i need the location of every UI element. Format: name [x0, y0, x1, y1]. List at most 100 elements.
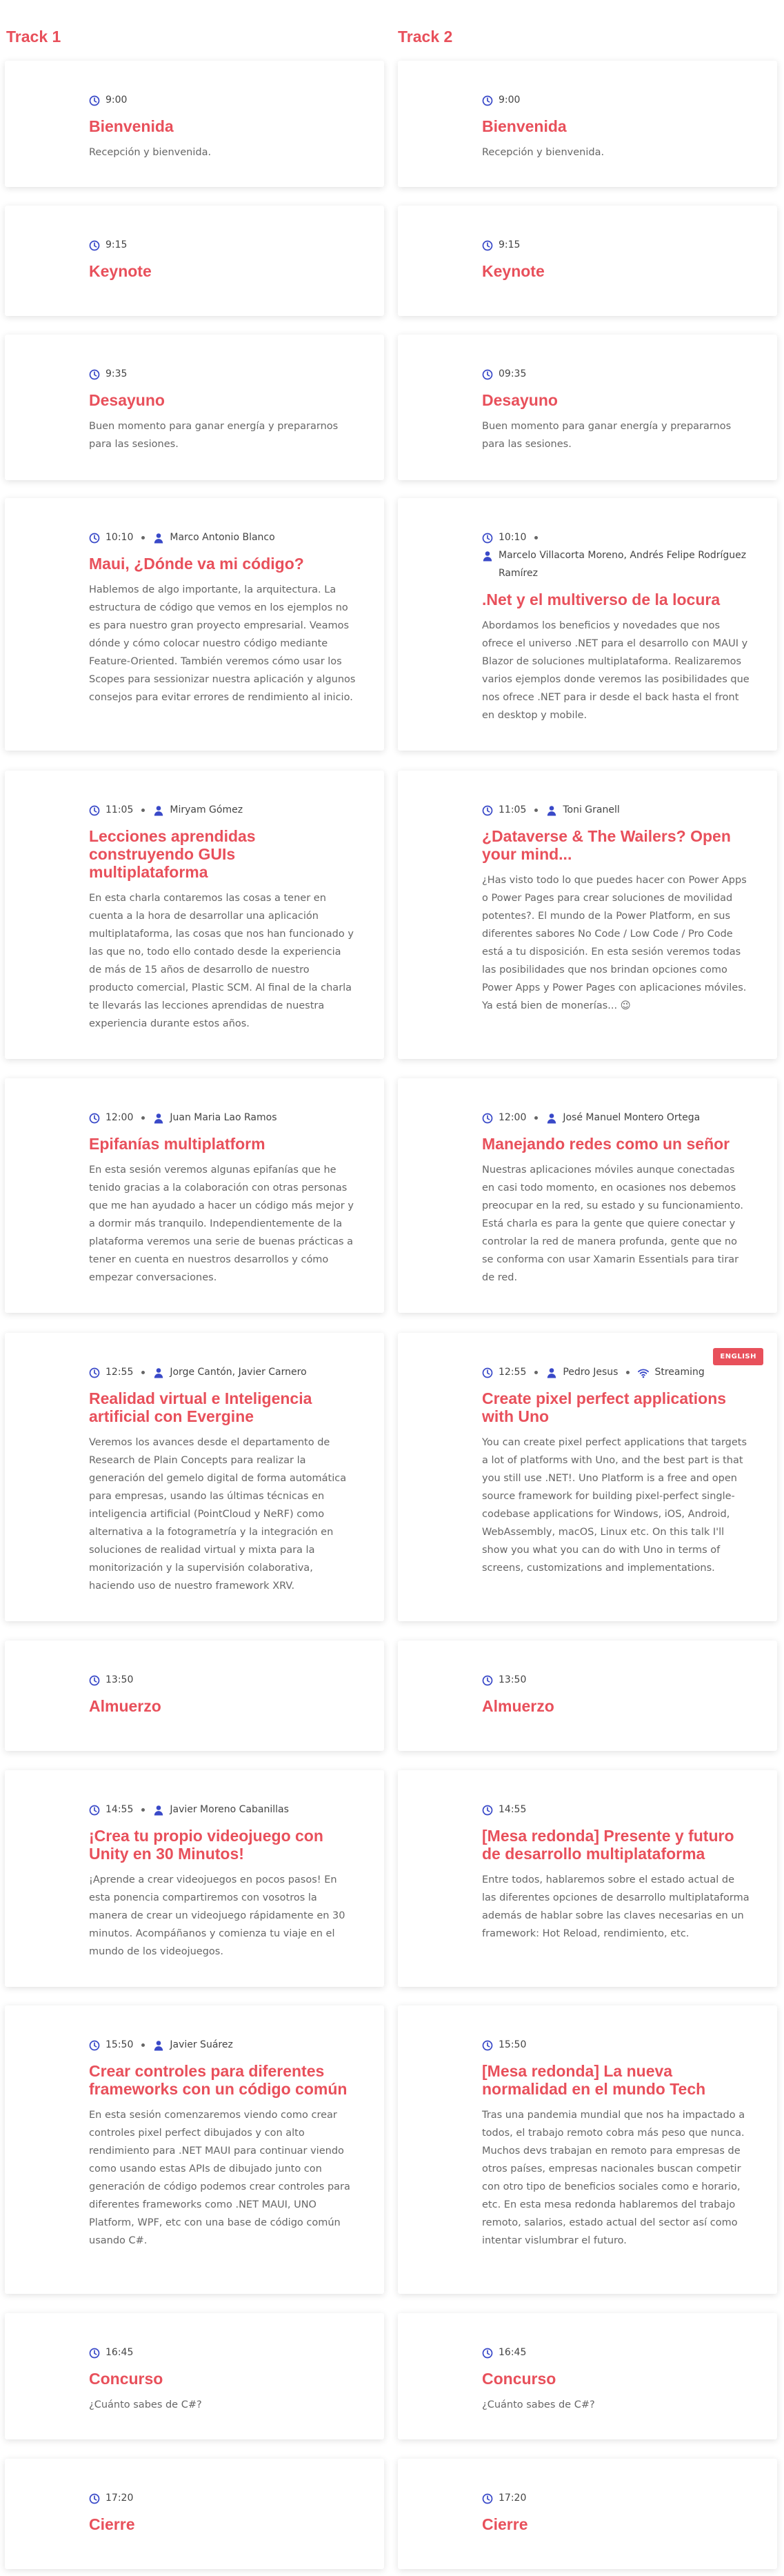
clock-icon — [482, 368, 493, 380]
session-card[interactable]: 12:55 Pedro Jesus Streaming Create pixel pe… — [398, 1333, 777, 1621]
session-title[interactable]: Crear controles para diferentes framewor… — [89, 2062, 356, 2098]
session-title[interactable]: Bienvenida — [482, 117, 750, 135]
session-card[interactable]: 15:50 Javier Suárez Crear controles para d… — [5, 2005, 384, 2294]
session-time: 14:55 — [89, 1801, 133, 1819]
session-title[interactable]: ¿Dataverse & The Wailers? Open your mind… — [482, 827, 750, 863]
session-time-text: 14:55 — [105, 1804, 134, 1815]
session-speakers-text: Miryam Gómez — [170, 804, 243, 815]
session-title[interactable]: Cierre — [482, 2515, 750, 2533]
session-card[interactable]: 10:10 Marcelo Villacorta Moreno, Andrés F… — [398, 498, 777, 751]
session-card[interactable]: 12:00 Juan Maria Lao Ramos Epifanías multi… — [5, 1078, 384, 1313]
clock-icon — [482, 1367, 493, 1378]
user-icon — [546, 1112, 557, 1124]
session-card[interactable]: 16:45 Concurso ¿Cuánto sabes de C#? — [398, 2313, 777, 2439]
clock-icon — [89, 532, 100, 544]
clock-icon — [89, 1674, 100, 1686]
session-card[interactable]: 11:05 Miryam Gómez Lecciones aprendidas co… — [5, 771, 384, 1059]
session-title[interactable]: Concurso — [482, 2370, 750, 2388]
session-meta: 09:35 — [482, 365, 750, 383]
session-title[interactable]: Manejando redes como un señor — [482, 1135, 750, 1153]
session-speakers: Marcelo Villacorta Moreno, Andrés Felipe… — [482, 546, 750, 582]
session-title[interactable]: Almuerzo — [89, 1697, 356, 1715]
separator-dot — [141, 535, 145, 539]
session-time: 9:15 — [89, 236, 127, 254]
session-title[interactable]: Keynote — [89, 262, 356, 280]
session-time-text: 16:45 — [105, 2347, 134, 2358]
session-card[interactable]: 10:10 Marco Antonio Blanco Maui, ¿Dónde va… — [5, 498, 384, 751]
session-title[interactable]: Desayuno — [89, 391, 356, 409]
session-title[interactable]: Create pixel perfect applications with U… — [482, 1389, 750, 1425]
user-icon — [482, 550, 493, 562]
session-card[interactable]: 12:55 Jorge Cantón, Javier Carnero Realida… — [5, 1333, 384, 1621]
separator-dot — [534, 808, 539, 812]
session-description: ¿Has visto todo lo que puedes hacer con … — [482, 875, 747, 1011]
session-time-text: 12:00 — [105, 1112, 134, 1123]
user-icon — [546, 1367, 557, 1378]
track-2-title: Track 2 — [398, 28, 453, 46]
session-card[interactable]: 13:50 Almuerzo — [5, 1641, 384, 1751]
session-title[interactable]: Bienvenida — [89, 117, 356, 135]
session-title[interactable]: .Net y el multiverso de la locura — [482, 591, 750, 608]
session-time-text: 12:55 — [499, 1367, 527, 1378]
session-title[interactable]: Realidad virtual e Inteligencia artifici… — [89, 1389, 356, 1425]
session-meta: 16:45 — [482, 2344, 750, 2361]
session-title[interactable]: [Mesa redonda] Presente y futuro de desa… — [482, 1827, 750, 1863]
session-card[interactable]: 9:00 Bienvenida Recepción y bienvenida. — [398, 61, 777, 187]
clock-icon — [89, 95, 100, 106]
session-card[interactable]: 13:50 Almuerzo — [398, 1641, 777, 1751]
session-title[interactable]: Lecciones aprendidas construyendo GUIs m… — [89, 827, 356, 881]
session-card[interactable]: 9:15 Keynote — [398, 206, 777, 316]
session-speakers-text: Jorge Cantón, Javier Carnero — [170, 1367, 307, 1378]
session-time-text: 10:10 — [105, 532, 134, 543]
session-title[interactable]: Almuerzo — [482, 1697, 750, 1715]
session-title[interactable]: [Mesa redonda] La nueva normalidad en el… — [482, 2062, 750, 2098]
session-title[interactable]: Concurso — [89, 2370, 356, 2388]
session-time: 12:00 — [482, 1109, 526, 1127]
session-card[interactable]: 15:50 [Mesa redonda] La nueva normalidad … — [398, 2005, 777, 2294]
session-card[interactable]: 16:45 Concurso ¿Cuánto sabes de C#? — [5, 2313, 384, 2439]
session-speakers-text: Javier Suárez — [170, 2039, 233, 2050]
session-time-text: 9:15 — [499, 239, 521, 250]
separator-dot — [141, 1116, 145, 1120]
session-title[interactable]: ¡Crea tu propio videojuego con Unity en … — [89, 1827, 356, 1863]
session-content: 15:50 Javier Suárez Crear controles para d… — [89, 2036, 356, 2250]
session-streaming-text: Streaming — [654, 1367, 705, 1378]
session-card[interactable]: 9:35 Desayuno Buen momento para ganar ener… — [5, 335, 384, 480]
session-speakers: Javier Moreno Cabanillas — [153, 1801, 289, 1819]
session-meta: 15:50 Javier Suárez — [89, 2036, 356, 2054]
session-time: 17:20 — [89, 2489, 133, 2507]
session-card[interactable]: 17:20 Cierre — [5, 2459, 384, 2569]
session-card[interactable]: 09:35 Desayuno Buen momento para ganar ene… — [398, 335, 777, 480]
session-content: 17:20 Cierre — [89, 2489, 356, 2533]
session-title[interactable]: Desayuno — [482, 391, 750, 409]
session-title[interactable]: Keynote — [482, 262, 750, 280]
session-card[interactable]: 14:55 [Mesa redonda] Presente y futuro de… — [398, 1770, 777, 1987]
session-card[interactable]: 9:15 Keynote — [5, 206, 384, 316]
clock-icon — [89, 804, 100, 816]
session-title[interactable]: Cierre — [89, 2515, 356, 2533]
clock-icon — [482, 1804, 493, 1816]
session-time-text: 12:00 — [499, 1112, 527, 1123]
session-title[interactable]: Maui, ¿Dónde va mi código? — [89, 555, 356, 573]
clock-icon — [89, 2347, 100, 2359]
session-time-text: 9:35 — [105, 368, 128, 379]
session-description: En esta charla contaremos las cosas a te… — [89, 893, 354, 1029]
session-content: 16:45 Concurso ¿Cuánto sabes de C#? — [89, 2344, 356, 2414]
session-card[interactable]: 9:00 Bienvenida Recepción y bienvenida. — [5, 61, 384, 187]
session-title[interactable]: Epifanías multiplatform — [89, 1135, 356, 1153]
session-card[interactable]: 12:00 José Manuel Montero Ortega Manejando… — [398, 1078, 777, 1313]
clock-icon — [482, 2347, 493, 2359]
session-description: Buen momento para ganar energía y prepar… — [89, 421, 339, 450]
session-card[interactable]: 17:20 Cierre — [398, 2459, 777, 2569]
session-speakers-text: Marco Antonio Blanco — [170, 532, 275, 543]
session-description: En esta sesión veremos algunas epifanías… — [89, 1165, 354, 1283]
session-content: 12:55 Jorge Cantón, Javier Carnero Realida… — [89, 1363, 356, 1595]
session-card[interactable]: 14:55 Javier Moreno Cabanillas ¡Crea tu pr… — [5, 1770, 384, 1987]
session-meta: 10:10 Marco Antonio Blanco — [89, 528, 356, 546]
session-time: 12:00 — [89, 1109, 133, 1127]
session-meta: 11:05 Toni Granell — [482, 801, 750, 819]
session-description: Recepción y bienvenida. — [89, 147, 212, 158]
session-time: 16:45 — [482, 2344, 526, 2361]
session-card[interactable]: 11:05 Toni Granell ¿Dataverse & The Wailer… — [398, 771, 777, 1059]
session-time: 16:45 — [89, 2344, 133, 2361]
